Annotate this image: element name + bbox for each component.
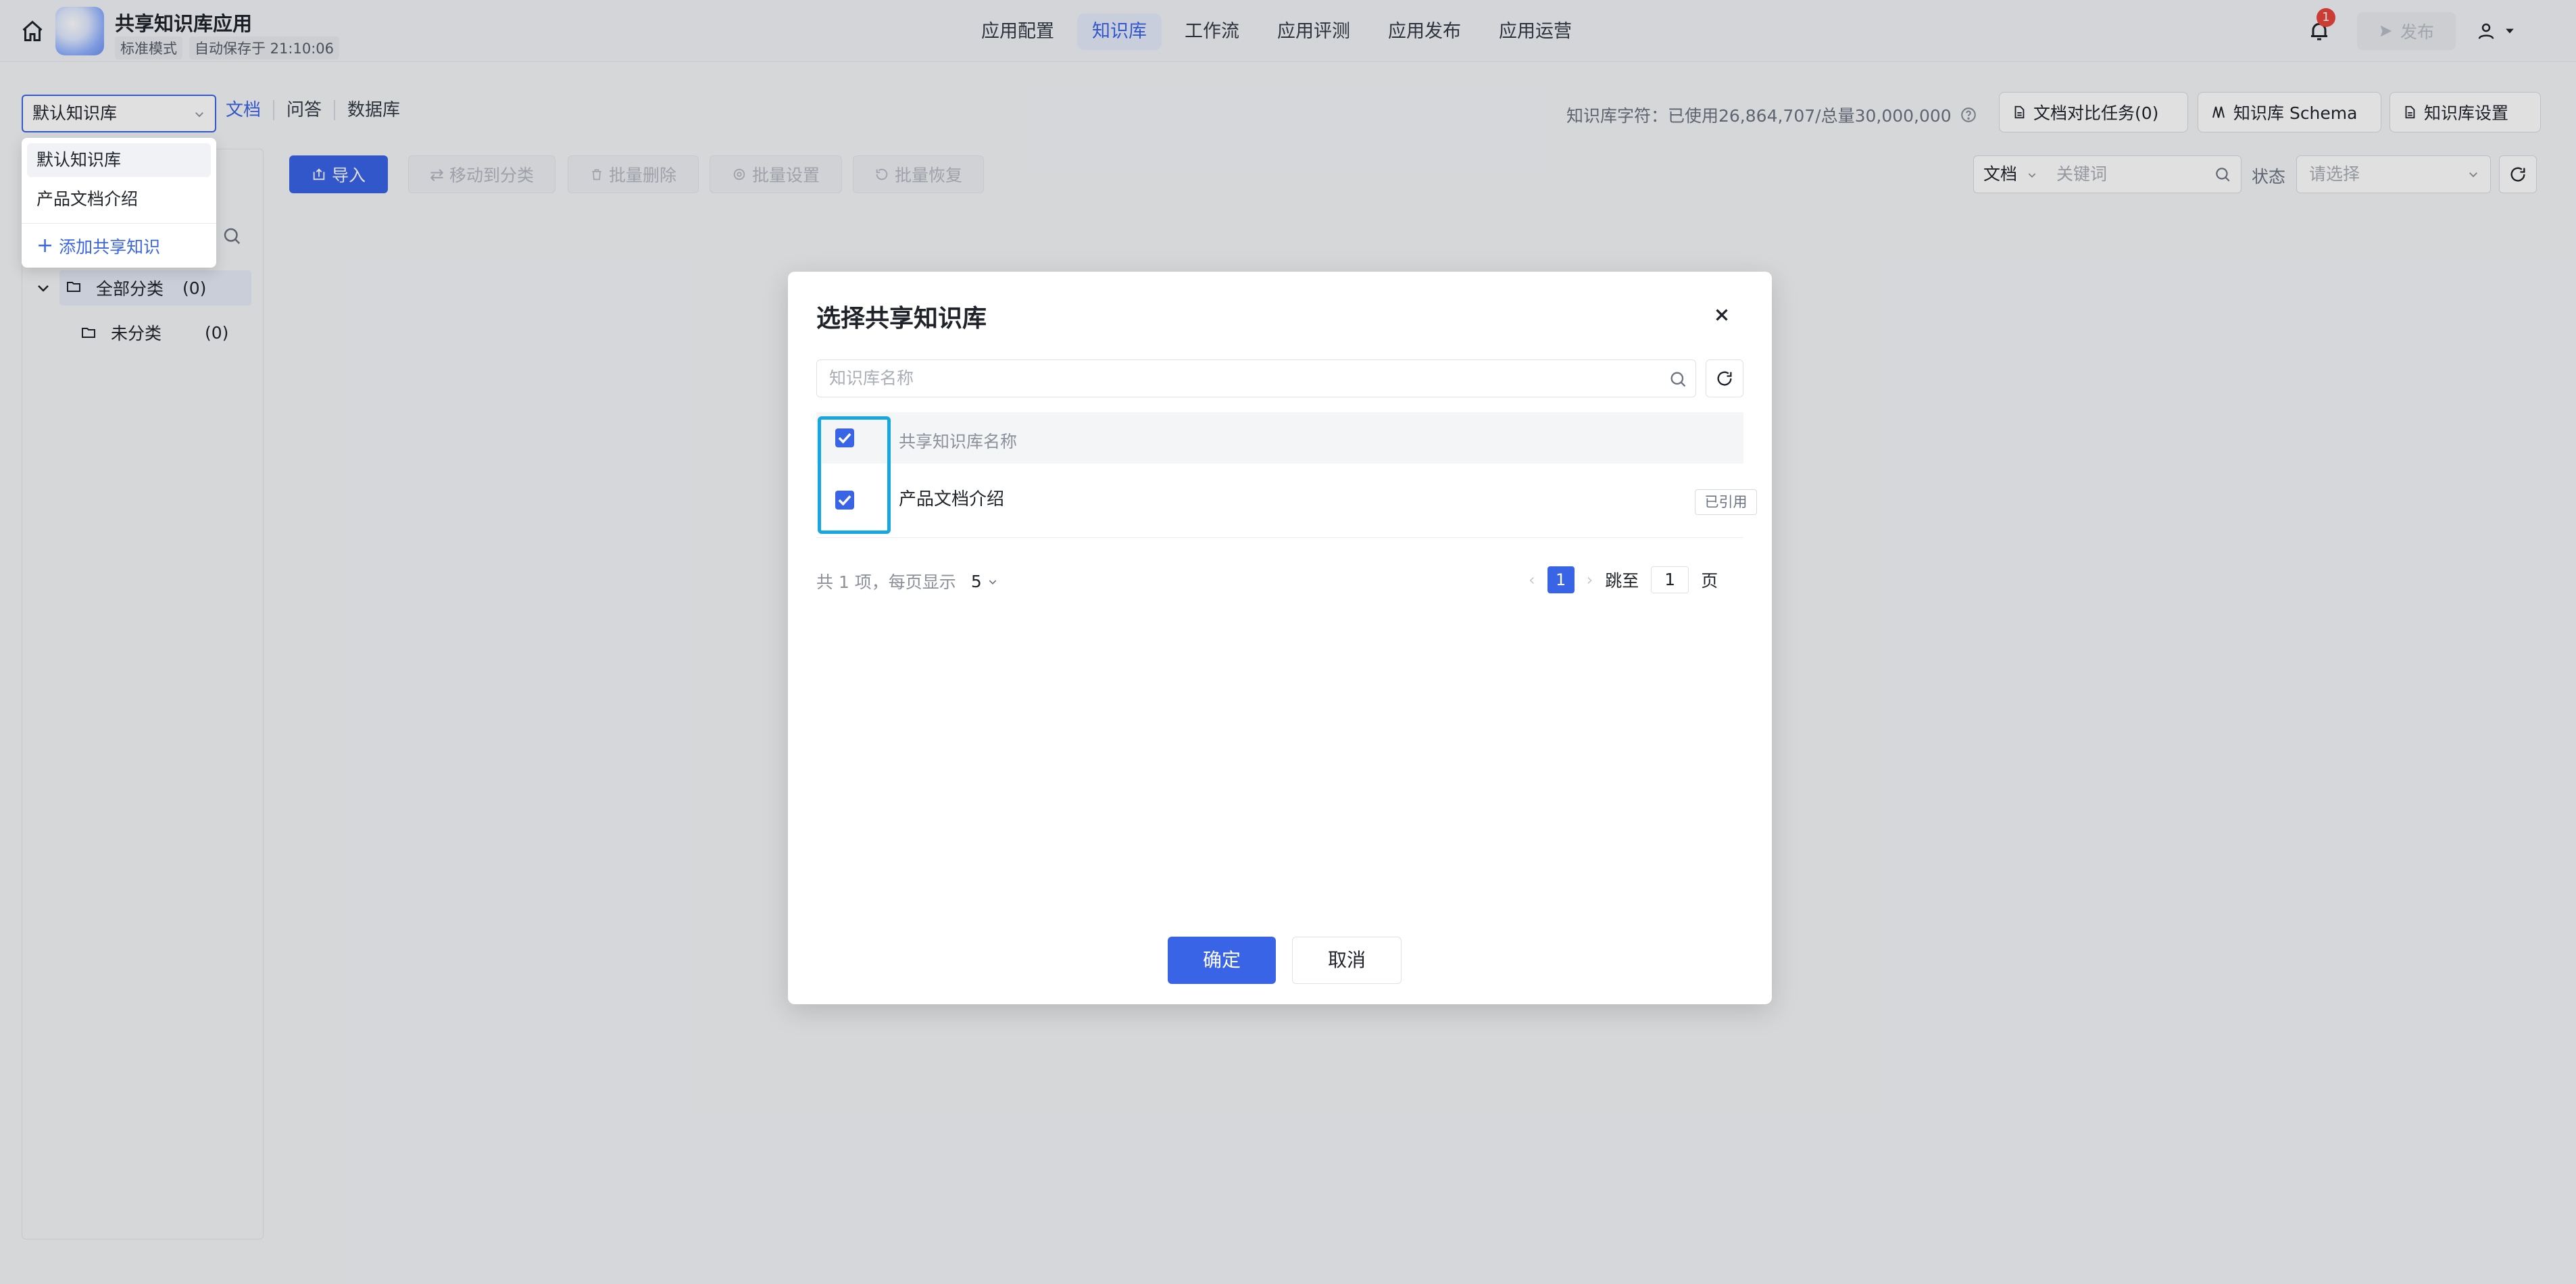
kb-option-default[interactable]: 默认知识库 bbox=[27, 143, 211, 177]
checkbox-column-highlight bbox=[818, 416, 891, 534]
page-suffix: 页 bbox=[1701, 571, 1718, 591]
kb-name-placeholder: 知识库名称 bbox=[829, 368, 914, 388]
row-kb-name: 产品文档介绍 bbox=[899, 489, 1005, 510]
chevron-right-icon[interactable]: › bbox=[1587, 570, 1593, 589]
search-icon[interactable] bbox=[1668, 370, 1687, 389]
app-root: 共享知识库应用 标准模式 自动保存于 21:10:06 应用配置 知识库 工作流… bbox=[0, 0, 2576, 1284]
refresh-icon bbox=[1717, 371, 1732, 386]
table-row[interactable]: 产品文档介绍 已引用 bbox=[816, 464, 1757, 538]
pagination-summary: 共 1 项，每页显示 5 bbox=[816, 569, 998, 593]
referenced-tag: 已引用 bbox=[1695, 489, 1757, 515]
divider bbox=[22, 223, 216, 224]
close-icon[interactable] bbox=[1710, 303, 1734, 327]
confirm-button[interactable]: 确定 bbox=[1168, 937, 1276, 984]
add-shared-kb-link[interactable]: + 添加共享知识 bbox=[36, 234, 160, 258]
page-number-current[interactable]: 1 bbox=[1547, 566, 1575, 593]
cancel-button[interactable]: 取消 bbox=[1292, 937, 1402, 984]
total-items-text: 共 1 项，每页显示 bbox=[816, 572, 956, 592]
kb-name-search-input[interactable]: 知识库名称 bbox=[816, 360, 1696, 397]
page-size-value: 5 bbox=[970, 571, 982, 591]
select-shared-kb-modal: 选择共享知识库 知识库名称 共享知识库名称 产品文档介绍 已引用 共 1 项，每… bbox=[788, 272, 1772, 1004]
jump-label: 跳至 bbox=[1605, 571, 1639, 591]
add-shared-kb-label: 添加共享知识 bbox=[59, 237, 161, 257]
modal-refresh-button[interactable] bbox=[1706, 360, 1743, 397]
plus-icon: + bbox=[36, 234, 54, 257]
pagination-controls: ‹ 1 › 跳至 1 页 bbox=[1529, 566, 1718, 593]
table-header: 共享知识库名称 bbox=[816, 412, 1743, 464]
chevron-left-icon[interactable]: ‹ bbox=[1529, 570, 1535, 589]
kb-option-product-docs[interactable]: 产品文档介绍 bbox=[27, 182, 211, 216]
jump-page-input[interactable]: 1 bbox=[1651, 566, 1689, 593]
column-header-kb-name: 共享知识库名称 bbox=[899, 432, 1018, 451]
chevron-down-icon bbox=[989, 579, 996, 585]
page-size-select[interactable]: 5 bbox=[971, 572, 998, 591]
kb-dropdown: 默认知识库 产品文档介绍 + 添加共享知识 bbox=[22, 138, 216, 268]
modal-title: 选择共享知识库 bbox=[816, 305, 987, 332]
